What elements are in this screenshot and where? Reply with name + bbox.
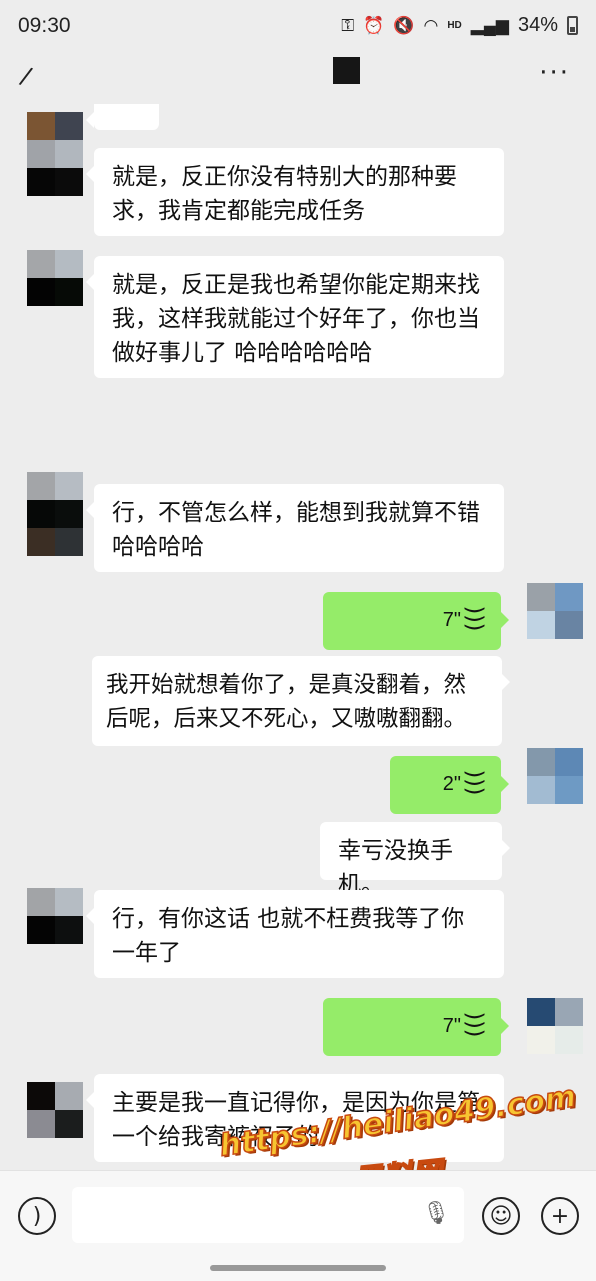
back-icon[interactable]: / [17,61,34,90]
voice-message[interactable]: 2" ))) [390,756,509,814]
input-bar: ) 🎙 ☺ + [0,1170,596,1281]
home-indicator[interactable] [210,1265,386,1271]
mic-icon[interactable]: 🎙 [422,1201,450,1226]
avatar[interactable] [27,250,83,306]
alarm-icon: ⏰ [363,15,385,35]
more-icon[interactable]: ··· [539,58,570,88]
my-avatar[interactable] [527,583,583,639]
voice-mode-icon[interactable]: ) [18,1197,56,1235]
message-bubble[interactable]: 行，不管怎么样，能想到我就算不错 哈哈哈哈 [86,484,504,572]
voice-transcript[interactable]: 幸亏没换手机。 [320,822,510,898]
avatar[interactable] [27,112,83,168]
chat-messages[interactable]: 就是，反正你没有特别大的那种要求，我肯定都能完成任务 就是，反正是我也希望你能定… [0,104,596,1170]
message-text: 就是，反正是我也希望你能定期来找我，这样我就能过个好年了，你也当做好事儿了 哈哈… [112,272,480,366]
mute-icon: 🔇 [393,15,415,35]
key-icon: ⚿ [341,15,355,35]
voice-wave-icon: ))) [461,605,487,632]
avatar-fragment [27,168,83,196]
message-bubble[interactable]: 就是，反正你没有特别大的那种要求，我肯定都能完成任务 [86,148,504,236]
message-text: 就是，反正你没有特别大的那种要求，我肯定都能完成任务 [112,164,457,224]
message-bubble[interactable]: 行，有你这话 也就不枉费我等了你一年了 [86,890,504,978]
voice-message[interactable]: 7" ))) [323,592,509,650]
my-avatar[interactable] [527,748,583,804]
chat-header: / ··· [0,54,596,104]
wifi-icon: ◠ [423,15,439,35]
voice-duration: 7" [442,609,461,631]
voice-wave-icon: ))) [461,1011,487,1038]
message-bubble[interactable]: 就是，反正是我也希望你能定期来找我，这样我就能过个好年了，你也当做好事儿了 哈哈… [86,256,504,378]
status-icons: ⚿ ⏰ 🔇 ◠ HD ▂▄▆ 34% [341,14,578,37]
avatar[interactable] [27,472,83,556]
message-input[interactable]: 🎙 [72,1187,464,1243]
add-icon[interactable]: + [541,1197,579,1235]
message-text: 行，不管怎么样，能想到我就算不错 哈哈哈哈 [112,500,480,560]
message-bubble-partial[interactable] [86,104,159,130]
my-avatar[interactable] [527,998,583,1054]
voice-message[interactable]: 7" ))) [323,998,509,1056]
transcript-text: 我开始就想着你了，是真没翻着，然后呢，后来又不死心，又嗷嗷翻翻。 [106,672,467,732]
status-time: 09:30 [18,14,71,37]
message-text: 行，有你这话 也就不枉费我等了你一年了 [112,906,465,966]
transcript-text: 幸亏没换手机。 [338,838,453,898]
emoji-icon[interactable]: ☺ [482,1197,520,1235]
voice-transcript[interactable]: 我开始就想着你了，是真没翻着，然后呢，后来又不死心，又嗷嗷翻翻。 [92,656,510,746]
voice-wave-icon: ))) [461,769,487,796]
battery-icon [567,16,578,35]
battery-percent: 34% [517,14,558,36]
signal-icon: ▂▄▆ [470,15,509,35]
voice-duration: 2" [442,773,461,795]
status-bar: 09:30 ⚿ ⏰ 🔇 ◠ HD ▂▄▆ 34% [0,0,596,54]
avatar[interactable] [27,888,83,944]
voice-duration: 7" [442,1015,461,1037]
contact-name-redacted [333,57,360,84]
hd-icon: HD [447,20,462,31]
avatar[interactable] [27,1082,83,1138]
